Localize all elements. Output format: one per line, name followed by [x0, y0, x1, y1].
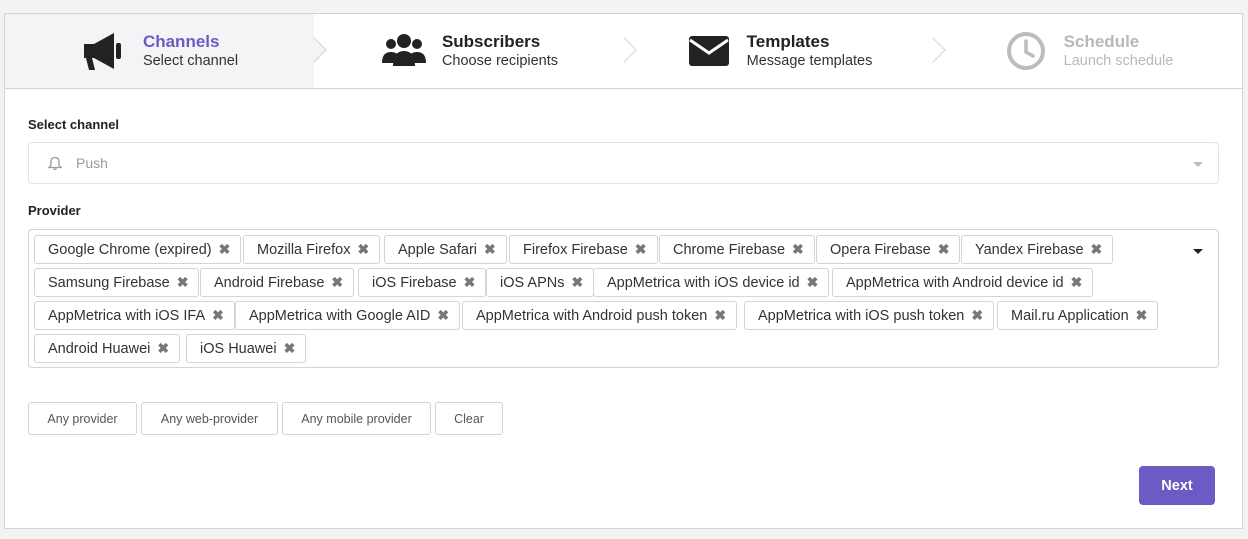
tag-label: Apple Safari [398, 241, 477, 258]
provider-tag: AppMetrica with iOS device id ✖ [593, 268, 830, 297]
channel-value: Push [76, 155, 108, 171]
chevron-down-icon[interactable] [1193, 162, 1203, 167]
tag-label: Firefox Firebase [523, 241, 628, 258]
wizard-steps: Channels Select channel Subscribers Choo… [5, 14, 1242, 89]
remove-tag-icon[interactable]: ✖ [331, 274, 343, 291]
tag-label: Android Firebase [214, 274, 325, 291]
tag-label: AppMetrica with iOS IFA [48, 307, 206, 324]
provider-label: Provider [28, 203, 81, 218]
tag-label: Android Huawei [48, 340, 151, 357]
step-subtitle: Launch schedule [1063, 53, 1174, 69]
remove-tag-icon[interactable]: ✖ [635, 241, 647, 258]
step-schedule[interactable]: Schedule Launch schedule [933, 14, 1242, 88]
remove-tag-icon[interactable]: ✖ [938, 241, 950, 258]
select-channel-label: Select channel [28, 117, 120, 132]
tag-label: AppMetrica with Google AID [249, 307, 431, 324]
provider-tag: Mail.ru Application ✖ [997, 301, 1159, 330]
remove-tag-icon[interactable]: ✖ [357, 241, 369, 258]
step-subtitle: Choose recipients [441, 53, 559, 69]
tag-label: Yandex Firebase [975, 241, 1084, 258]
provider-tag: Google Chrome (expired) ✖ [34, 235, 242, 264]
provider-tag: Mozilla Firefox ✖ [243, 235, 381, 264]
tag-label: iOS APNs [500, 274, 565, 291]
envelope-icon [685, 31, 733, 71]
provider-tag: AppMetrica with Android device id ✖ [832, 268, 1094, 297]
remove-tag-icon[interactable]: ✖ [1091, 241, 1103, 258]
remove-tag-icon[interactable]: ✖ [792, 241, 804, 258]
provider-tag: Opera Firebase ✖ [816, 235, 961, 264]
step-title: Channels [142, 32, 220, 51]
remove-tag-icon[interactable]: ✖ [807, 274, 819, 291]
users-icon [380, 31, 428, 71]
step-subtitle: Message templates [746, 53, 873, 69]
provider-multiselect[interactable]: Google Chrome (expired) ✖ Mozilla Firefox… [28, 229, 1219, 368]
tag-label: iOS Firebase [372, 274, 457, 291]
tag-label: Chrome Firebase [673, 241, 786, 258]
remove-tag-icon[interactable]: ✖ [437, 307, 449, 324]
provider-tag: iOS APNs ✖ [486, 268, 595, 297]
tag-label: Opera Firebase [830, 241, 931, 258]
provider-tag: AppMetrica with Google AID ✖ [235, 301, 461, 330]
clock-icon [1002, 31, 1050, 71]
next-button[interactable]: Next [1139, 466, 1215, 505]
campaign-wizard: Channels Select channel Subscribers Choo… [4, 13, 1243, 529]
tag-label: Google Chrome (expired) [48, 241, 212, 258]
megaphone-icon [81, 31, 129, 71]
remove-tag-icon[interactable]: ✖ [177, 274, 189, 291]
clear-button[interactable]: Clear [435, 402, 503, 435]
step-title: Subscribers [441, 32, 541, 51]
step-templates[interactable]: Templates Message templates [624, 14, 946, 88]
provider-tag: Yandex Firebase ✖ [961, 235, 1114, 264]
tag-label: AppMetrica with Android push token [476, 307, 708, 324]
tag-label: Samsung Firebase [48, 274, 170, 291]
remove-tag-icon[interactable]: ✖ [484, 241, 496, 258]
remove-tag-icon[interactable]: ✖ [212, 307, 224, 324]
step-subtitle: Select channel [142, 53, 239, 69]
provider-tag: iOS Huawei ✖ [186, 334, 307, 363]
provider-tag: Android Firebase ✖ [200, 268, 355, 297]
tag-label: AppMetrica with iOS push token [758, 307, 965, 324]
tag-label: Mozilla Firefox [257, 241, 351, 258]
provider-tag: Samsung Firebase ✖ [34, 268, 200, 297]
chevron-down-icon[interactable] [1193, 249, 1203, 254]
step-title: Templates [746, 32, 830, 51]
provider-tag: Apple Safari ✖ [384, 235, 507, 264]
provider-tag: iOS Firebase ✖ [358, 268, 487, 297]
remove-tag-icon[interactable]: ✖ [1136, 307, 1148, 324]
step-channels[interactable]: Channels Select channel [5, 14, 327, 88]
remove-tag-icon[interactable]: ✖ [219, 241, 231, 258]
remove-tag-icon[interactable]: ✖ [1071, 274, 1083, 291]
any-web-provider-button[interactable]: Any web-provider [141, 402, 278, 435]
bell-icon [48, 156, 62, 171]
step-title: Schedule [1063, 32, 1140, 51]
remove-tag-icon[interactable]: ✖ [284, 340, 296, 357]
provider-tag: AppMetrica with iOS IFA ✖ [34, 301, 235, 330]
step-subscribers[interactable]: Subscribers Choose recipients [314, 14, 637, 88]
provider-tag: Android Huawei ✖ [34, 334, 181, 363]
remove-tag-icon[interactable]: ✖ [714, 307, 726, 324]
channel-select[interactable]: Push [28, 142, 1219, 184]
remove-tag-icon[interactable]: ✖ [571, 274, 583, 291]
any-mobile-provider-button[interactable]: Any mobile provider [282, 402, 431, 435]
tag-label: AppMetrica with iOS device id [607, 274, 800, 291]
remove-tag-icon[interactable]: ✖ [157, 340, 169, 357]
provider-tag: Chrome Firebase ✖ [659, 235, 815, 264]
tag-label: iOS Huawei [200, 340, 277, 357]
provider-tag: AppMetrica with iOS push token ✖ [744, 301, 995, 330]
remove-tag-icon[interactable]: ✖ [464, 274, 476, 291]
any-provider-button[interactable]: Any provider [28, 402, 137, 435]
tag-label: Mail.ru Application [1011, 307, 1129, 324]
provider-tag: AppMetrica with Android push token ✖ [462, 301, 738, 330]
provider-tag: Firefox Firebase ✖ [509, 235, 658, 264]
tag-label: AppMetrica with Android device id [846, 274, 1064, 291]
remove-tag-icon[interactable]: ✖ [971, 307, 983, 324]
